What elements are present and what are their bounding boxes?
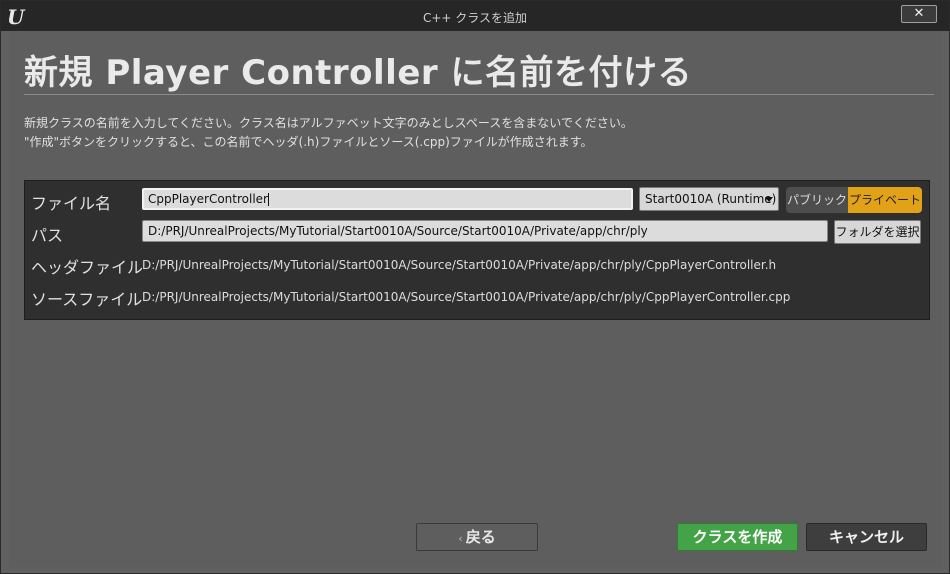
heading-divider [24,94,934,95]
window-title: C++ クラスを追加 [422,11,528,25]
class-name-value: CppPlayerController [148,192,268,206]
close-button[interactable]: ✕ [901,5,937,23]
path-input[interactable]: D:/PRJ/UnrealProjects/MyTutorial/Start00… [142,220,828,242]
description-line-1: 新規クラスの名前を入力してください。クラス名はアルファベット文字のみとしスペース… [24,116,633,130]
class-name-input[interactable]: CppPlayerController [142,188,633,210]
back-button[interactable]: ‹ 戻る [416,523,538,551]
title-bar[interactable]: U C++ クラスを追加 ✕ [1,1,949,31]
public-toggle-button[interactable]: パブリック [786,187,848,213]
cancel-button[interactable]: キャンセル [806,523,927,551]
path-label: パス [31,226,64,245]
source-file-label: ソースファイル [31,290,143,309]
choose-folder-button[interactable]: フォルダを選択 [834,220,921,244]
page-title: 新規 Player Controller に名前を付ける [24,53,693,93]
chevron-down-icon [765,197,773,202]
module-dropdown[interactable]: Start0010A (Runtime) [639,187,779,211]
back-button-label: 戻る [465,528,496,546]
chevron-left-icon: ‹ [458,532,463,545]
description-line-2: "作成"ボタンをクリックすると、この名前でヘッダ(.h)ファイルとソース(.cp… [24,135,593,149]
header-file-path: D:/PRJ/UnrealProjects/MyTutorial/Start00… [142,258,777,272]
create-class-button[interactable]: クラスを作成 [677,523,798,551]
dialog-content: 新規 Player Controller に名前を付ける 新規クラスの名前を入力… [9,31,941,567]
text-caret [267,193,269,206]
filename-label: ファイル名 [31,194,112,213]
header-file-label: ヘッダファイル [31,258,144,277]
add-cpp-class-dialog: U C++ クラスを追加 ✕ 新規 Player Controller に名前を… [0,0,950,574]
private-toggle-button[interactable]: プライベート [848,187,922,213]
source-file-path: D:/PRJ/UnrealProjects/MyTutorial/Start00… [142,290,791,304]
module-dropdown-value: Start0010A (Runtime) [645,192,777,206]
visibility-toggle: パブリック プライベート [786,187,922,213]
class-settings-panel: ファイル名 CppPlayerController Start0010A (Ru… [24,180,930,320]
